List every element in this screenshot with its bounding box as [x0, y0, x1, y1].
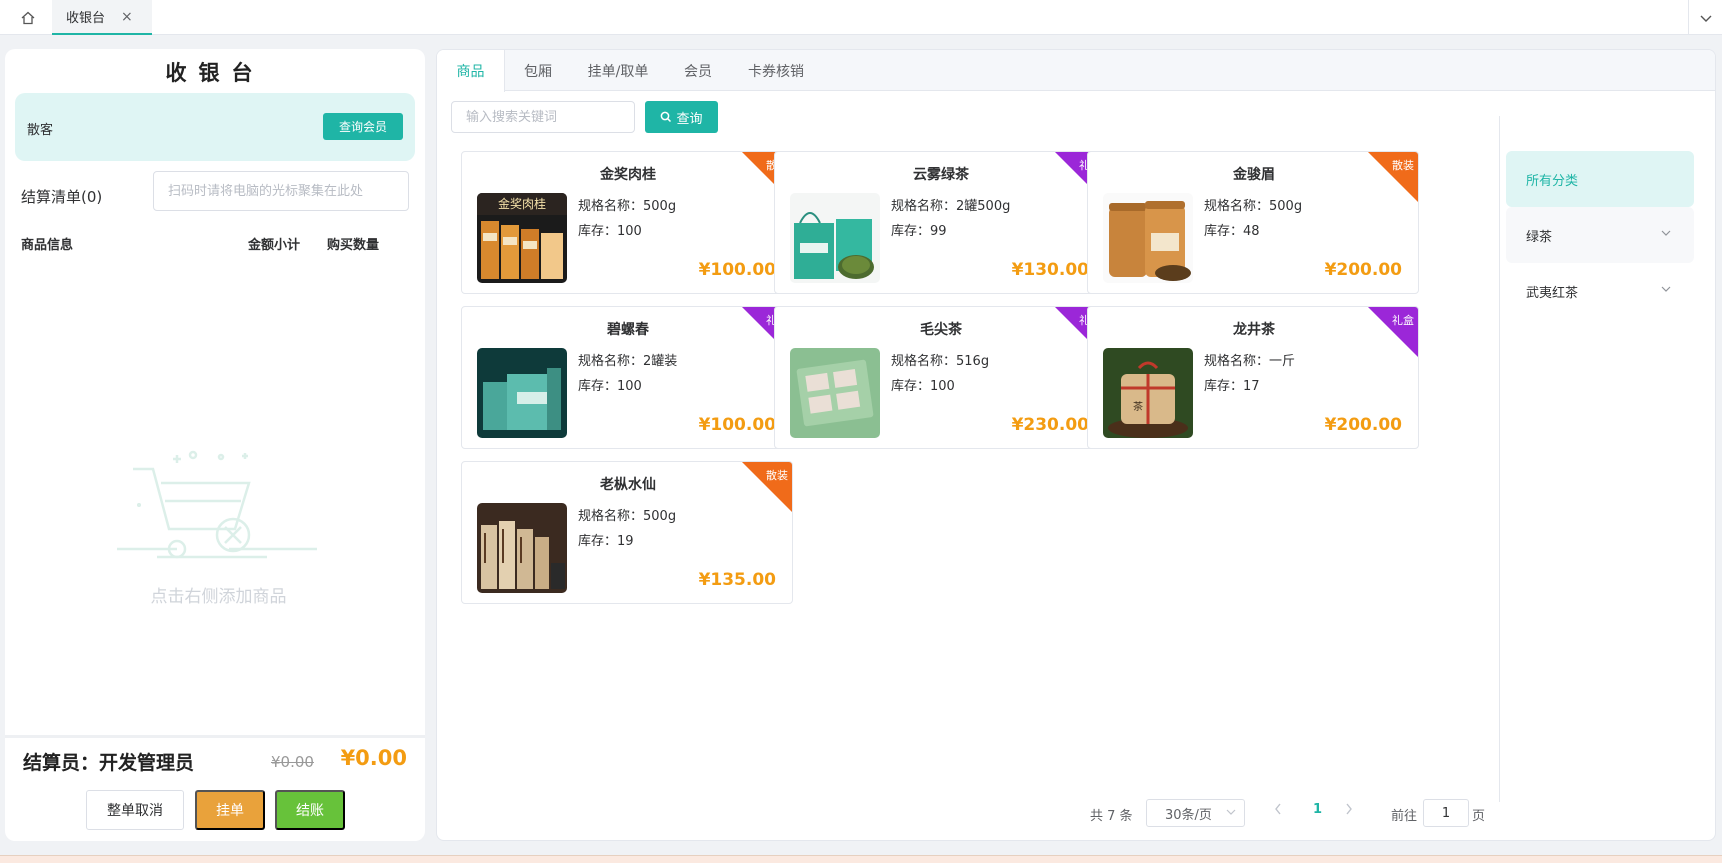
- product-image: 金奖肉桂: [477, 193, 567, 283]
- category-label: 绿茶: [1526, 229, 1553, 245]
- product-spec: 规格名称：2罐500g: [891, 199, 1011, 214]
- page-tab-cashier[interactable]: 收银台 ×: [52, 0, 152, 35]
- column-product-info: 商品信息: [21, 238, 74, 253]
- member-name: 散客: [27, 123, 54, 138]
- product-card[interactable]: 毛尖茶 规格名称：516g 库存：100 ¥230.00 礼盒: [774, 306, 1106, 449]
- tab-bar: 商品 包厢 挂单/取单 会员 卡券核销: [437, 50, 1715, 92]
- product-stock: 库存：48: [1204, 224, 1260, 239]
- product-stock: 库存：19: [578, 534, 634, 549]
- product-image: [477, 503, 567, 593]
- bottom-strip: [0, 855, 1722, 863]
- goto-suffix: 页: [1472, 809, 1486, 824]
- product-stock: 库存：100: [578, 379, 642, 394]
- product-price: ¥135.00: [698, 570, 776, 590]
- chevron-down-icon: [1661, 286, 1671, 292]
- empty-cart-text: 点击右侧添加商品: [150, 587, 287, 607]
- product-image: [790, 348, 880, 438]
- product-spec: 规格名称：500g: [1204, 199, 1303, 214]
- checkout-button[interactable]: 结账: [275, 790, 345, 830]
- scan-input[interactable]: [153, 171, 409, 211]
- product-image: 茶: [1103, 348, 1193, 438]
- product-image: [790, 193, 880, 283]
- product-price: ¥200.00: [1324, 260, 1402, 280]
- checkout-footer: 结算员：开发管理员 ¥0.00 ¥0.00 整单取消 挂单 结账: [5, 735, 425, 841]
- product-stock: 库存：100: [891, 379, 955, 394]
- pagination-total: 共 7 条: [1090, 809, 1133, 824]
- product-spec: 规格名称：2罐装: [578, 354, 678, 369]
- tab-products[interactable]: 商品: [437, 50, 505, 92]
- page-title: 收银台: [165, 61, 265, 85]
- tab-hold-orders[interactable]: 挂单/取单: [571, 50, 665, 91]
- category-divider: [1499, 116, 1500, 802]
- product-price: ¥130.00: [1011, 260, 1089, 280]
- goto-page-input[interactable]: [1423, 799, 1469, 827]
- product-card[interactable]: 云雾绿茶 规格名称：2罐500g 库存：99 ¥130.00 礼盒: [774, 151, 1106, 294]
- chevron-down-icon: [1661, 230, 1671, 236]
- checkout-panel: 收银台 散客 查询会员 结算清单(0) 商品信息 金额小计 购买数量: [5, 49, 425, 841]
- product-price: ¥100.00: [698, 260, 776, 280]
- product-spec: 规格名称：500g: [578, 199, 677, 214]
- next-page-icon[interactable]: [1344, 802, 1354, 820]
- chevron-down-icon[interactable]: [1688, 0, 1722, 35]
- tab-coupons[interactable]: 卡券核销: [731, 50, 821, 91]
- column-quantity: 购买数量: [327, 238, 380, 253]
- product-card[interactable]: 龙井茶 茶 规格名称：一斤 库存：17 ¥200.00 礼盒: [1087, 306, 1419, 449]
- product-stock: 库存：17: [1204, 379, 1260, 394]
- product-spec: 规格名称：500g: [578, 509, 677, 524]
- product-card[interactable]: 金奖肉桂 金奖肉桂 规格名称：500g 库存：100 ¥100.00 散装: [461, 151, 793, 294]
- product-image: [1103, 193, 1193, 283]
- product-tag: 礼盒: [1392, 314, 1414, 327]
- original-total: ¥0.00: [271, 753, 314, 771]
- product-panel: 商品 包厢 挂单/取单 会员 卡券核销 查询 金奖肉桂 金奖肉桂 规: [436, 49, 1716, 841]
- product-stock: 库存：100: [578, 224, 642, 239]
- close-icon[interactable]: ×: [121, 9, 133, 25]
- cancel-order-button[interactable]: 整单取消: [86, 790, 184, 830]
- page-size-label: 30条/页: [1165, 807, 1212, 823]
- query-member-button[interactable]: 查询会员: [323, 113, 403, 140]
- prev-page-icon[interactable]: [1273, 802, 1283, 820]
- product-stock: 库存：99: [891, 224, 947, 239]
- hold-order-button[interactable]: 挂单: [195, 790, 265, 830]
- search-button[interactable]: 查询: [645, 101, 718, 133]
- checkout-list-title: 结算清单(0): [21, 188, 103, 206]
- category-item-all[interactable]: 所有分类: [1506, 151, 1694, 207]
- final-total: ¥0.00: [340, 746, 407, 770]
- member-box: 散客 查询会员: [15, 93, 415, 161]
- product-tag: 散装: [766, 469, 788, 482]
- cashier-name: 结算员：开发管理员: [23, 752, 195, 774]
- home-icon[interactable]: [10, 6, 46, 30]
- product-card[interactable]: 金骏眉 规格名称：500g 库存：48 ¥200.00 散装: [1087, 151, 1419, 294]
- search-button-label: 查询: [676, 111, 703, 127]
- product-card[interactable]: 老枞水仙 规格名称：500g 库存：19 ¥135.00 散装: [461, 461, 793, 604]
- category-item-green-tea[interactable]: 绿茶: [1506, 207, 1694, 263]
- search-input[interactable]: [451, 101, 635, 133]
- product-image: [477, 348, 567, 438]
- svg-text:茶: 茶: [1133, 400, 1143, 413]
- search-icon: [661, 111, 672, 123]
- tab-rooms[interactable]: 包厢: [505, 50, 571, 91]
- tab-members[interactable]: 会员: [665, 50, 731, 91]
- category-label: 所有分类: [1526, 173, 1579, 189]
- current-page[interactable]: 1: [1313, 802, 1322, 817]
- category-item-wuyi-black-tea[interactable]: 武夷红茶: [1506, 263, 1694, 319]
- column-subtotal: 金额小计: [248, 238, 301, 253]
- product-spec: 规格名称：516g: [891, 354, 990, 369]
- page-tab-label: 收银台: [66, 11, 106, 26]
- svg-text:金奖肉桂: 金奖肉桂: [498, 196, 546, 211]
- product-spec: 规格名称：一斤: [1204, 354, 1296, 369]
- page-size-select[interactable]: 30条/页: [1146, 799, 1245, 827]
- goto-prefix: 前往: [1391, 809, 1418, 824]
- chevron-down-icon: [1226, 809, 1236, 815]
- product-price: ¥230.00: [1011, 415, 1089, 435]
- product-price: ¥100.00: [698, 415, 776, 435]
- product-price: ¥200.00: [1324, 415, 1402, 435]
- product-card[interactable]: 碧螺春 规格名称：2罐装 库存：100 ¥100.00 礼盒: [461, 306, 793, 449]
- top-tab-bar: 收银台 ×: [0, 0, 1722, 35]
- product-tag: 散装: [1392, 159, 1414, 172]
- category-label: 武夷红茶: [1526, 285, 1579, 301]
